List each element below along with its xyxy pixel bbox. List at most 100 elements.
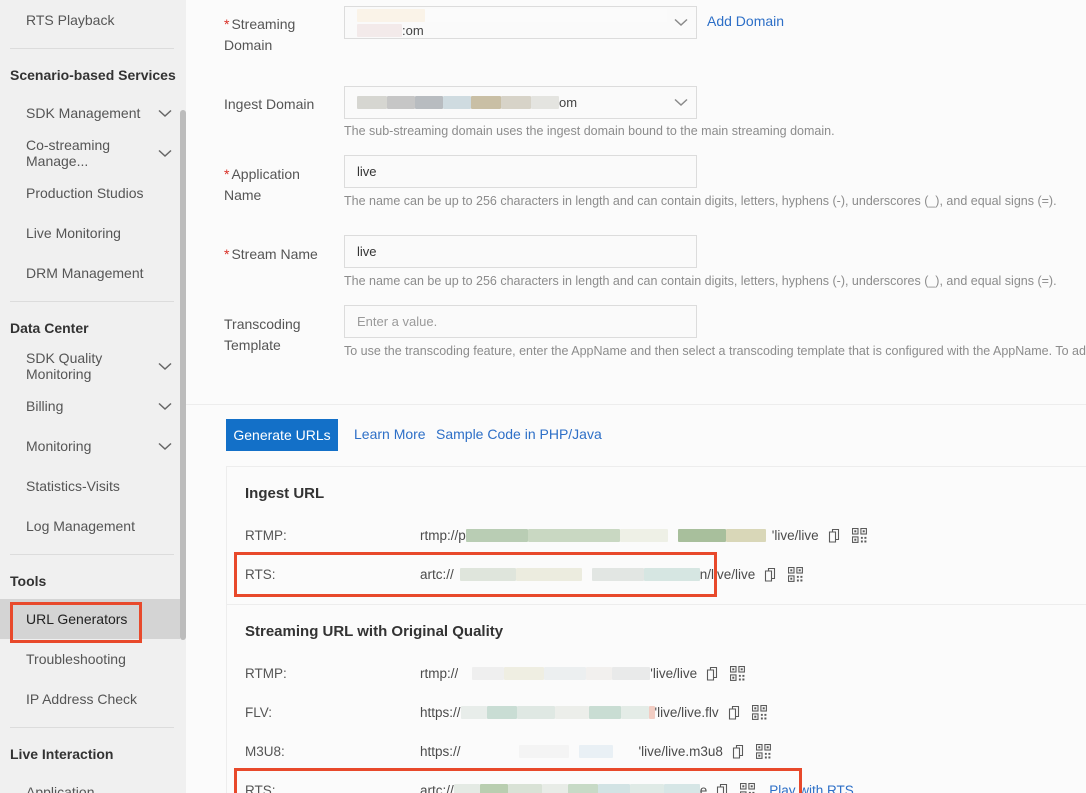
field-wrap-transcoding-template: Enter a value. [344,305,697,338]
field-wrap-streaming-domain: :om [344,6,697,39]
redacted-text [443,96,471,109]
redacted-text [357,23,402,37]
sidebar-item-label: Troubleshooting [26,651,126,667]
sidebar-item-sdk-management[interactable]: SDK Management [0,93,186,133]
url-value[interactable]: artc:// n/live/live [420,567,804,583]
redacted-text [567,784,598,793]
url-value[interactable]: https:// 'live/live.flv [420,705,767,721]
field-label-streaming-domain: * Streaming Domain [224,14,319,56]
copy-icon[interactable] [716,783,731,793]
url-row-rts: RTS: artc:// n/live/live [234,552,1086,597]
redacted-text [486,706,517,719]
qr-code-icon[interactable] [751,705,767,720]
sidebar-item-live-monitoring[interactable]: Live Monitoring [0,213,186,253]
redacted-text [453,784,480,793]
sidebar-item-statistics-visits[interactable]: Statistics-Visits [0,466,186,506]
sidebar-item-production-studios[interactable]: Production Studios [0,173,186,213]
sidebar-item-label: Billing [26,398,64,414]
url-protocol-label: RTMP: [245,528,287,543]
sample-code-link[interactable]: Sample Code in PHP/Java [436,426,602,442]
field-label-ingest-domain: Ingest Domain [224,94,339,115]
redacted-text [459,568,516,581]
url-suffix: 'live/live [650,666,698,681]
sidebar-item-sdk-quality-monitoring[interactable]: SDK Quality Monitoring [0,346,186,386]
qr-code-icon[interactable] [730,666,746,681]
redacted-text [554,706,589,719]
qr-code-icon[interactable] [755,744,771,759]
sidebar: RTS Playback Scenario-based Services SDK M… [0,0,186,793]
chevron-down-icon[interactable] [158,149,172,158]
url-value[interactable]: rtmp://p 'live/live [420,528,867,544]
chevron-down-icon[interactable] [158,402,172,411]
copy-icon[interactable] [732,744,747,760]
url-value[interactable]: https:// 'live/live.m3u8 [420,744,771,760]
redacted-text [453,568,460,581]
chevron-down-icon[interactable] [674,95,688,110]
redacted-text [479,784,508,793]
sidebar-item-troubleshooting[interactable]: Troubleshooting [0,639,186,679]
redacted-text [619,529,668,542]
learn-more-link[interactable]: Learn More [354,426,426,442]
url-generator-form: * Streaming Domain :om Add Domain Ingest Dom… [186,0,1086,400]
sidebar-separator [10,301,174,302]
sidebar-group-label: Live Interaction [10,746,114,762]
select-streaming-domain[interactable]: :om [344,6,697,39]
url-value[interactable]: rtmp:// 'live/live [420,666,746,682]
redacted-text [357,8,425,22]
field-label-text: Transcoding Template [224,316,301,353]
sidebar-group-label: Scenario-based Services [10,67,176,83]
url-protocol-label: M3U8: [245,744,285,759]
url-row-rtmp: RTMP: rtmp://p 'live/live [245,516,1086,555]
url-row-rts: RTS: artc:// e Play with RTS [234,768,1086,793]
input-application-name[interactable]: live [344,155,697,188]
input-transcoding-template[interactable]: Enter a value. [344,305,697,338]
redacted-text [578,745,613,758]
chevron-down-icon[interactable] [158,109,172,118]
sidebar-item-url-generators[interactable]: URL Generators [0,599,186,643]
url-suffix: 'live/live.flv [654,705,719,720]
sidebar-item-application[interactable]: Application [0,772,186,793]
select-value: :om [357,8,674,38]
select-ingest-domain[interactable]: om [344,86,697,119]
redacted-text [465,529,528,542]
sidebar-item-label: URL Generators [26,611,128,627]
url-value[interactable]: artc:// e Play with RTS [420,783,854,793]
field-wrap-ingest-domain: om [344,86,697,119]
field-helper-application-name: The name can be up to 256 characters in … [344,194,1057,208]
redacted-text [471,96,501,109]
field-label-stream-name: * Stream Name [224,244,339,265]
sidebar-separator [10,48,174,49]
input-stream-name[interactable]: live [344,235,697,268]
redacted-text [531,96,559,109]
copy-icon[interactable] [828,528,843,544]
form-action-bar: Generate URLs Learn More Sample Code in … [186,404,1086,465]
sidebar-item-ip-address-check[interactable]: IP Address Check [0,679,186,719]
chevron-down-icon[interactable] [674,15,688,30]
qr-code-icon[interactable] [740,783,756,793]
qr-code-icon[interactable] [851,528,867,543]
add-domain-link[interactable]: Add Domain [707,13,784,29]
sidebar-item-log-management[interactable]: Log Management [0,506,186,546]
chevron-down-icon[interactable] [158,362,172,371]
copy-icon[interactable] [764,567,779,583]
copy-icon[interactable] [728,705,743,721]
sidebar-item-label: Co-streaming Manage... [26,137,111,169]
redacted-text [415,96,443,109]
play-with-rts-link[interactable]: Play with RTS [769,783,854,793]
redacted-text [544,667,587,680]
chevron-down-icon[interactable] [158,442,172,451]
redacted-text [581,568,592,581]
copy-icon[interactable] [706,666,721,682]
select-value: om [357,95,577,110]
sidebar-group-label: Tools [10,573,47,589]
qr-code-icon[interactable] [788,567,804,582]
redacted-text [663,784,700,793]
sidebar-item-label: Monitoring [26,438,92,454]
sidebar-item-billing[interactable]: Billing [0,386,186,426]
generate-urls-button[interactable]: Generate URLs [226,419,338,451]
field-label-text: Ingest Domain [224,96,315,112]
sidebar-item-drm-management[interactable]: DRM Management [0,253,186,293]
sidebar-item-rts-playback[interactable]: RTS Playback [0,0,186,40]
sidebar-item-monitoring[interactable]: Monitoring [0,426,186,466]
sidebar-item-co-streaming-manage[interactable]: Co-streaming Manage... [0,133,186,173]
